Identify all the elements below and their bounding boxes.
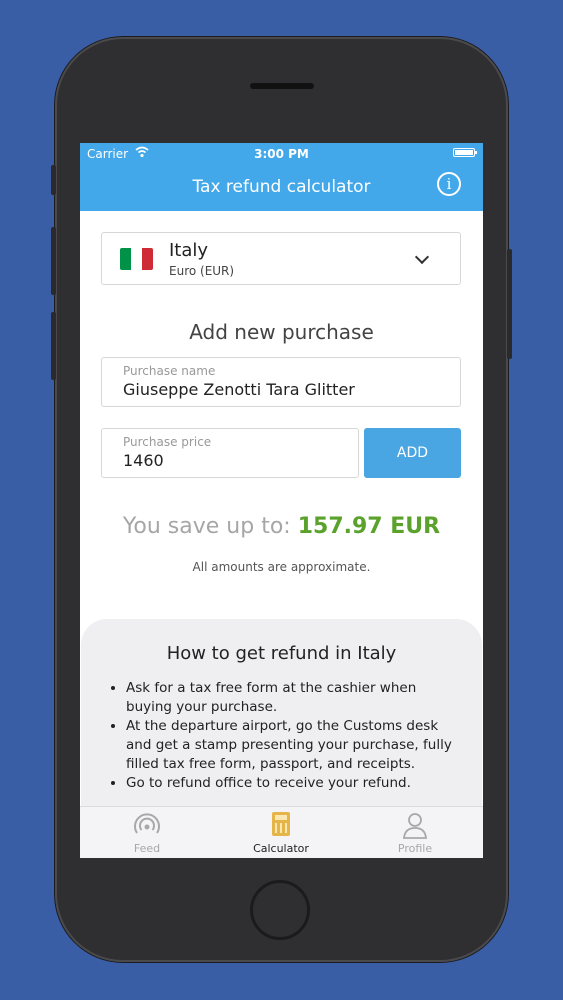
tab-label: Feed [133, 842, 161, 855]
savings-line: You save up to: 157.97 EUR [80, 514, 483, 539]
add-button[interactable]: ADD [364, 428, 461, 478]
info-icon[interactable]: i [437, 172, 461, 196]
country-dropdown[interactable]: Italy Euro (EUR) [101, 232, 461, 285]
flag-stripe-red [142, 248, 153, 270]
purchase-price-field[interactable]: Purchase price 1460 [101, 428, 359, 478]
savings-amount: 157.97 EUR [297, 514, 441, 539]
refund-steps-list: Ask for a tax free form at the cashier w… [109, 679, 456, 793]
feed-icon [134, 813, 160, 834]
section-title: Add new purchase [189, 320, 374, 344]
tab-calculator[interactable]: Calculator [214, 807, 348, 858]
status-time: 3:00 PM [254, 147, 309, 161]
currency-label: Euro (EUR) [169, 264, 235, 278]
battery-icon [453, 148, 477, 157]
refund-step: At the departure airport, go the Customs… [126, 717, 456, 774]
profile-icon [403, 813, 427, 839]
app-screen: Carrier 3:00 PM Tax refund calculator i … [80, 143, 483, 858]
italy-flag-icon [120, 248, 153, 270]
power-button [507, 249, 512, 359]
purchase-name-value: Giuseppe Zenotti Tara Glitter [123, 380, 355, 399]
flag-stripe-white [131, 248, 142, 270]
home-button[interactable] [250, 880, 310, 940]
refund-info-title: How to get refund in Italy [166, 643, 397, 664]
purchase-price-value: 1460 [123, 451, 164, 470]
purchase-price-label: Purchase price [123, 435, 212, 449]
tab-bar: Feed Calculator Profile [80, 806, 483, 858]
volume-down-button [51, 312, 56, 380]
tab-profile[interactable]: Profile [348, 807, 482, 858]
tab-label: Calculator [253, 842, 309, 855]
chevron-down-icon [414, 249, 430, 265]
refund-step: Go to refund office to receive your refu… [126, 774, 456, 793]
page-title: Tax refund calculator [192, 177, 371, 197]
mute-switch [51, 165, 56, 195]
tab-label: Profile [397, 842, 433, 855]
volume-up-button [51, 227, 56, 295]
speaker-grille [250, 83, 314, 89]
refund-step: Ask for a tax free form at the cashier w… [126, 679, 456, 717]
purchase-name-field[interactable]: Purchase name Giuseppe Zenotti Tara Glit… [101, 357, 461, 407]
app-header: Carrier 3:00 PM Tax refund calculator i [80, 143, 483, 211]
savings-prefix: You save up to: [122, 514, 291, 539]
status-bar: Carrier 3:00 PM [80, 143, 483, 165]
flag-stripe-green [120, 248, 131, 270]
purchase-name-label: Purchase name [123, 364, 216, 378]
country-name: Italy [169, 240, 209, 261]
approximate-note: All amounts are approximate. [192, 560, 371, 574]
tab-feed[interactable]: Feed [80, 807, 214, 858]
calculator-icon [272, 812, 290, 836]
